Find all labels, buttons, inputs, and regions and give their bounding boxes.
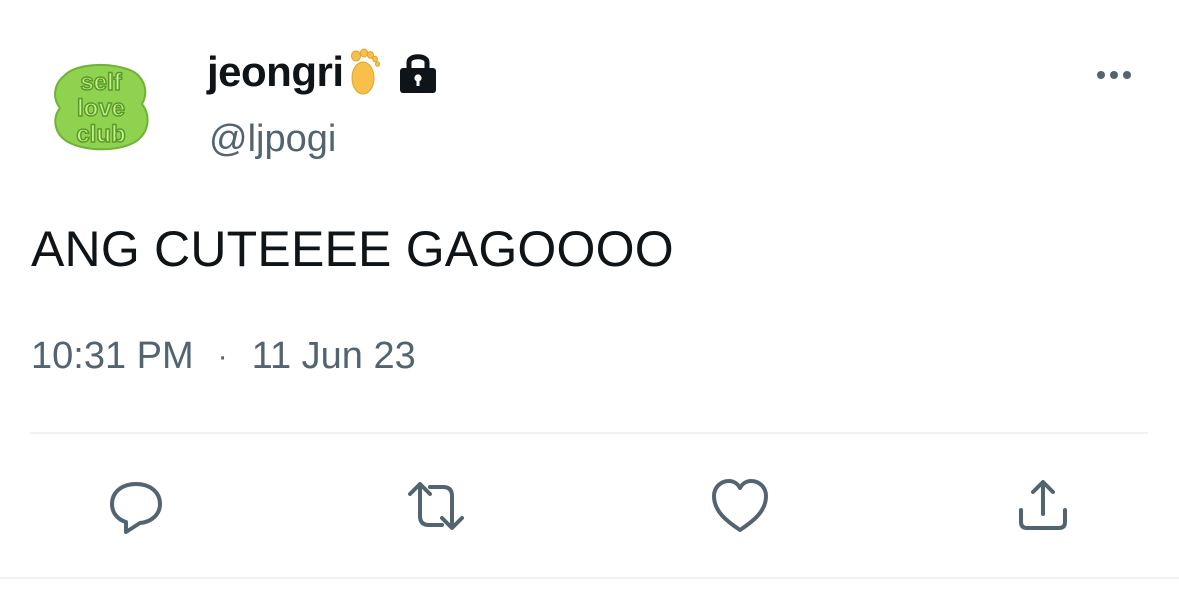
self-love-club-avatar-icon: self love club	[54, 63, 149, 151]
more-icon	[1097, 71, 1131, 79]
display-name[interactable]: jeongri	[207, 48, 344, 96]
user-handle[interactable]: @ljpogi	[209, 118, 336, 161]
heart-icon	[712, 479, 768, 532]
foot-emoji-icon	[346, 47, 380, 97]
avatar-text-line-1: self	[80, 69, 122, 96]
avatar-text-line-2: love	[77, 95, 125, 122]
tweet-meta: 10:31 PM · 11 Jun 23	[31, 335, 416, 378]
lock-icon	[396, 49, 440, 95]
divider	[30, 432, 1148, 434]
more-options-button[interactable]	[1092, 60, 1136, 90]
reply-button[interactable]	[104, 476, 168, 536]
tweet-time[interactable]: 10:31 PM	[31, 335, 194, 378]
bottom-divider	[0, 577, 1179, 579]
retweet-icon	[408, 482, 464, 530]
avatar-text-line-3: club	[76, 121, 125, 148]
like-button[interactable]	[708, 476, 772, 536]
tweet-date[interactable]: 11 Jun 23	[252, 335, 416, 378]
share-button[interactable]	[1011, 476, 1075, 536]
avatar[interactable]: self love club	[46, 56, 156, 156]
tweet: self love club jeongri @ljpogi ANG CUTEE…	[0, 0, 1179, 597]
retweet-button[interactable]	[404, 476, 468, 536]
meta-separator: ·	[217, 339, 228, 373]
action-bar	[0, 476, 1179, 536]
display-name-row: jeongri	[207, 44, 440, 100]
tweet-text: ANG CUTEEEE GAGOOOO	[31, 221, 674, 277]
reply-icon	[110, 482, 162, 534]
share-icon	[1019, 480, 1067, 530]
